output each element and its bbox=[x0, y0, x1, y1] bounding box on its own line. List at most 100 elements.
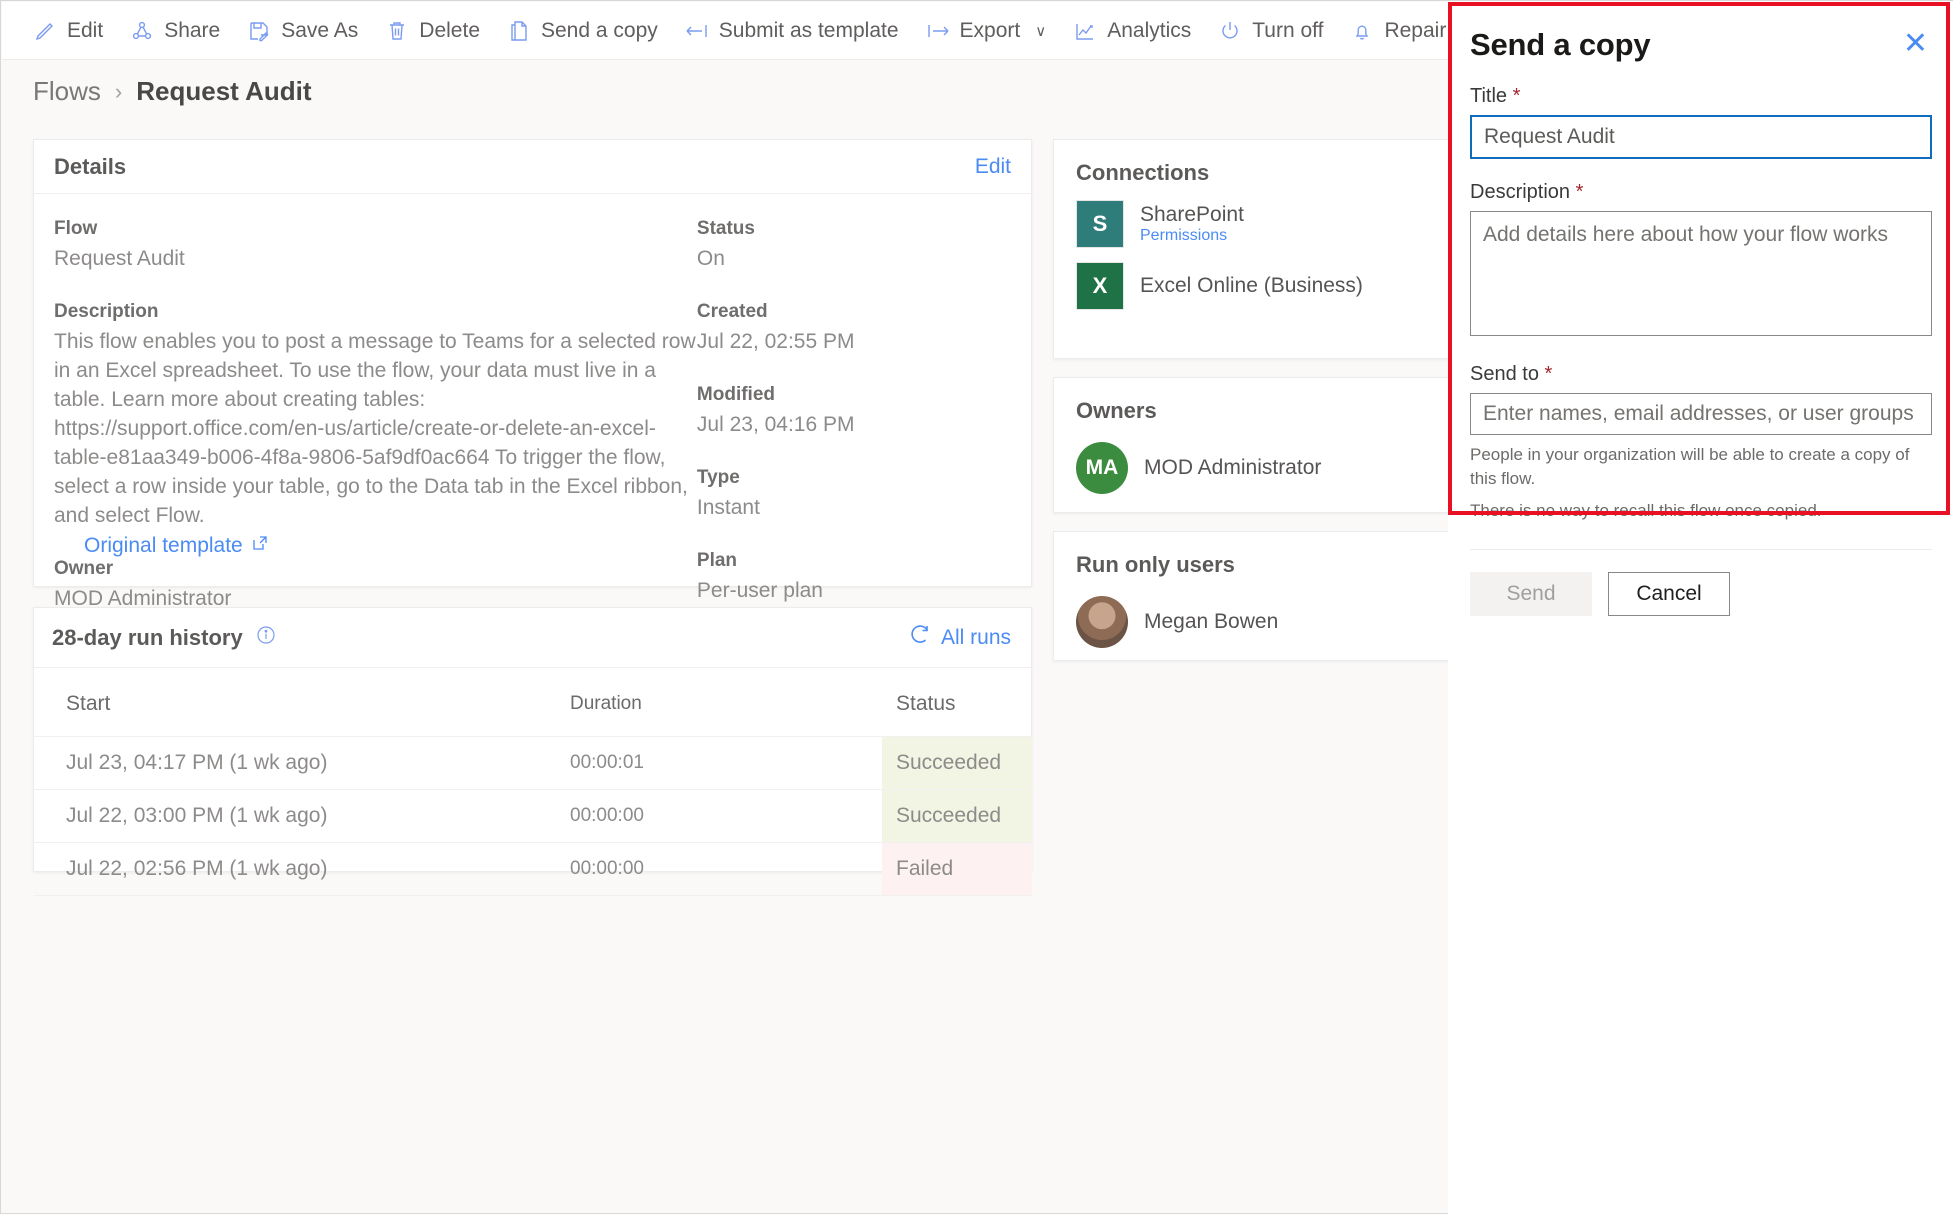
run-only-user-item[interactable]: Megan Bowen bbox=[1054, 578, 1482, 648]
save-as-button[interactable]: Save As bbox=[246, 18, 358, 44]
required-marker: * bbox=[1544, 363, 1553, 385]
table-row[interactable]: Jul 22, 02:56 PM (1 wk ago) 00:00:00 Fai… bbox=[34, 842, 1032, 896]
column-header-start[interactable]: Start bbox=[34, 668, 570, 737]
cell-start: Jul 23, 04:17 PM (1 wk ago) bbox=[34, 736, 570, 790]
all-runs-label: All runs bbox=[940, 625, 1011, 649]
submit-as-template-button[interactable]: Submit as template bbox=[684, 18, 899, 44]
pencil-icon bbox=[32, 18, 58, 44]
panel-divider bbox=[1470, 549, 1932, 550]
column-header-duration[interactable]: Duration bbox=[570, 668, 882, 737]
details-right-column: Status On Created Jul 22, 02:55 PM Modif… bbox=[697, 218, 1011, 641]
details-body: Flow Request Audit Description This flow… bbox=[34, 194, 1031, 641]
connection-name: SharePoint bbox=[1140, 203, 1244, 226]
cancel-button[interactable]: Cancel bbox=[1608, 572, 1730, 616]
send-a-copy-label: Send a copy bbox=[541, 18, 658, 42]
field-plan-value: Per-user plan bbox=[696, 579, 823, 602]
field-created-label: Created bbox=[696, 301, 768, 322]
send-to-hint-1: People in your organization will be able… bbox=[1470, 445, 1910, 488]
connection-item-excel[interactable]: X Excel Online (Business) bbox=[1054, 248, 1482, 310]
analytics-icon bbox=[1072, 18, 1098, 44]
export-button[interactable]: Export ∨ bbox=[925, 18, 1046, 44]
field-status: Status On bbox=[697, 218, 1011, 273]
send-to-input[interactable] bbox=[1470, 393, 1932, 435]
field-modified-label: Modified bbox=[696, 384, 776, 405]
field-flow-value: Request Audit bbox=[54, 247, 185, 270]
details-card: Details Edit Flow Request Audit Descript… bbox=[33, 139, 1032, 610]
description-field-label: Description * bbox=[1470, 181, 1584, 203]
owner-name: MOD Administrator bbox=[1144, 456, 1322, 479]
cell-duration: 00:00:00 bbox=[570, 842, 882, 896]
external-link-icon bbox=[251, 534, 269, 558]
save-as-label: Save As bbox=[281, 18, 359, 42]
save-as-icon bbox=[246, 18, 272, 44]
field-modified-value: Jul 23, 04:16 PM bbox=[696, 413, 855, 436]
field-description-value: This flow enables you to post a message … bbox=[54, 330, 696, 527]
field-type-label: Type bbox=[696, 467, 740, 488]
copy-icon bbox=[506, 18, 532, 44]
power-icon bbox=[1217, 18, 1243, 44]
cell-duration: 00:00:00 bbox=[570, 789, 882, 843]
table-header-row: Start Duration Status bbox=[34, 668, 1032, 737]
share-button[interactable]: Share bbox=[129, 18, 220, 44]
send-a-copy-button[interactable]: Send a copy bbox=[506, 18, 658, 44]
description-textarea[interactable] bbox=[1470, 211, 1932, 336]
required-marker: * bbox=[1575, 181, 1584, 203]
field-type-value: Instant bbox=[696, 496, 760, 519]
run-history-card: 28-day run history All runs Start Durati… bbox=[33, 607, 1032, 896]
field-plan: Plan Per-user plan bbox=[697, 550, 1011, 605]
cell-start: Jul 22, 03:00 PM (1 wk ago) bbox=[34, 789, 570, 843]
arrow-left-bar-icon bbox=[684, 18, 710, 44]
table-row[interactable]: Jul 23, 04:17 PM (1 wk ago) 00:00:01 Suc… bbox=[34, 736, 1032, 790]
run-only-users-card: Run only users Megan Bowen bbox=[1053, 531, 1483, 661]
original-template-link[interactable]: Original template bbox=[84, 534, 269, 558]
send-button[interactable]: Send bbox=[1470, 572, 1592, 616]
field-created: Created Jul 22, 02:55 PM bbox=[697, 301, 1011, 356]
connections-card: Connections S SharePoint Permissions X E… bbox=[1053, 139, 1483, 359]
send-to-hint-2: There is no way to recall this flow once… bbox=[1470, 501, 1822, 520]
connection-item-sharepoint[interactable]: S SharePoint Permissions bbox=[1054, 186, 1482, 248]
owner-item[interactable]: MA MOD Administrator bbox=[1054, 424, 1482, 494]
turn-off-button[interactable]: Turn off bbox=[1217, 18, 1323, 44]
flow-details-page: Edit Share Save As Delete Send a copy Su… bbox=[0, 0, 1953, 1215]
analytics-button[interactable]: Analytics bbox=[1072, 18, 1191, 44]
connection-permissions-link[interactable]: Permissions bbox=[1140, 227, 1227, 244]
info-icon[interactable] bbox=[255, 624, 277, 652]
edit-label: Edit bbox=[67, 18, 104, 42]
cell-duration: 00:00:01 bbox=[570, 736, 882, 790]
field-plan-label: Plan bbox=[696, 550, 738, 571]
table-row[interactable]: Jul 22, 03:00 PM (1 wk ago) 00:00:00 Suc… bbox=[34, 789, 1032, 843]
field-modified: Modified Jul 23, 04:16 PM bbox=[697, 384, 1011, 439]
field-status-value: On bbox=[696, 247, 725, 270]
analytics-label: Analytics bbox=[1107, 18, 1192, 42]
edit-button[interactable]: Edit bbox=[32, 18, 103, 44]
run-history-title-group: 28-day run history bbox=[52, 624, 277, 652]
field-flow: Flow Request Audit bbox=[54, 218, 697, 273]
column-header-status[interactable]: Status bbox=[882, 668, 1032, 737]
field-description-label: Description bbox=[54, 301, 159, 322]
connections-title: Connections bbox=[1076, 160, 1210, 185]
arrow-right-bar-icon bbox=[925, 18, 951, 44]
field-owner: Owner MOD Administrator bbox=[54, 558, 697, 613]
chevron-down-icon[interactable]: ∨ bbox=[1035, 22, 1046, 40]
required-marker: * bbox=[1512, 85, 1521, 107]
title-input[interactable] bbox=[1470, 115, 1932, 159]
run-only-user-name: Megan Bowen bbox=[1144, 610, 1279, 633]
title-field-label: Title * bbox=[1470, 85, 1521, 107]
delete-button[interactable]: Delete bbox=[384, 18, 480, 44]
field-owner-label: Owner bbox=[54, 558, 114, 579]
owners-card: Owners MA MOD Administrator bbox=[1053, 377, 1483, 513]
send-to-field-label: Send to * bbox=[1470, 363, 1553, 385]
trash-icon bbox=[384, 18, 410, 44]
field-created-value: Jul 22, 02:55 PM bbox=[696, 330, 855, 353]
all-runs-link[interactable]: All runs bbox=[908, 623, 1011, 653]
avatar bbox=[1076, 596, 1128, 648]
breadcrumb-separator-icon: › bbox=[114, 78, 123, 104]
panel-title: Send a copy bbox=[1470, 27, 1651, 62]
close-icon[interactable]: ✕ bbox=[1899, 27, 1932, 61]
breadcrumb-parent[interactable]: Flows bbox=[33, 76, 101, 107]
bell-icon bbox=[1349, 18, 1375, 44]
status-badge: Failed bbox=[882, 842, 1032, 896]
breadcrumb: Flows › Request Audit bbox=[33, 76, 312, 107]
details-edit-link[interactable]: Edit bbox=[975, 155, 1011, 179]
refresh-icon bbox=[908, 623, 932, 653]
